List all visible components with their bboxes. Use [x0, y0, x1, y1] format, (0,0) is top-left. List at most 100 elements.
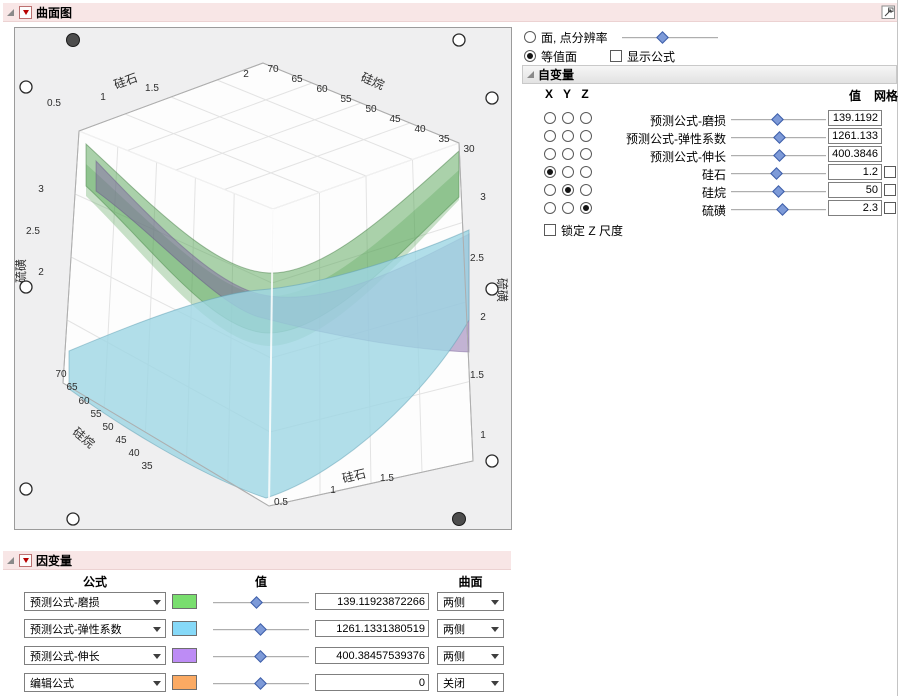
surface-color-swatch[interactable]	[172, 648, 197, 663]
disclosure-triangle-icon[interactable]	[7, 557, 14, 564]
rotation-handle[interactable]	[67, 513, 79, 525]
value-input[interactable]	[315, 647, 429, 664]
dependent-variables-header: 因变量	[3, 551, 511, 570]
slider-thumb[interactable]	[773, 149, 786, 162]
y-axis-radio[interactable]	[562, 184, 574, 196]
red-triangle-menu-button[interactable]	[19, 554, 32, 567]
surface-mode-select[interactable]: 两侧	[437, 592, 504, 611]
rotation-handle[interactable]	[453, 34, 465, 46]
axis-label-silica-top: 硅石	[112, 71, 139, 92]
column-header-surface: 曲面	[437, 573, 504, 590]
window-layout-icon[interactable]	[881, 5, 896, 23]
value-slider[interactable]	[213, 679, 309, 688]
value-input[interactable]	[828, 182, 882, 198]
slider-thumb[interactable]	[772, 185, 785, 198]
rotation-handle[interactable]	[20, 81, 32, 93]
grid-checkbox[interactable]	[884, 166, 896, 178]
column-header-z: Z	[578, 87, 592, 101]
value-slider[interactable]	[213, 652, 309, 661]
slider-track[interactable]	[622, 37, 718, 39]
slider-thumb[interactable]	[250, 596, 263, 609]
z-axis-radio[interactable]	[580, 130, 592, 142]
formula-select[interactable]: 预测公式-磨损	[24, 592, 166, 611]
z-axis-radio[interactable]	[580, 184, 592, 196]
surface-color-swatch[interactable]	[172, 594, 197, 609]
isosurface-radio[interactable]	[524, 50, 536, 62]
red-triangle-menu-button[interactable]	[19, 6, 32, 19]
disclosure-triangle-icon[interactable]	[7, 9, 14, 16]
rotation-handle[interactable]	[486, 283, 498, 295]
value-slider[interactable]	[731, 151, 826, 160]
x-axis-radio[interactable]	[544, 112, 556, 124]
resolution-slider[interactable]	[622, 33, 718, 42]
rotation-handle[interactable]	[20, 281, 32, 293]
column-header-formula: 公式	[24, 573, 166, 590]
y-axis-radio[interactable]	[562, 166, 574, 178]
slider-thumb[interactable]	[770, 167, 783, 180]
z-axis-radio[interactable]	[580, 202, 592, 214]
surface-plot-3d-panel[interactable]: 硅石 硅烷 硫磺 硫磺 硅烷 硅石 2 1.5 1 0.5 70 65 60 5…	[14, 27, 512, 530]
value-input[interactable]	[828, 128, 882, 144]
formula-select[interactable]: 预测公式-伸长	[24, 646, 166, 665]
z-axis-radio[interactable]	[580, 112, 592, 124]
rotation-handle-active[interactable]	[67, 34, 80, 47]
grid-checkbox[interactable]	[884, 202, 896, 214]
value-input[interactable]	[828, 164, 882, 180]
value-slider[interactable]	[731, 169, 826, 178]
x-axis-radio[interactable]	[544, 148, 556, 160]
x-axis-radio[interactable]	[544, 184, 556, 196]
value-slider[interactable]	[731, 187, 826, 196]
rotation-handle[interactable]	[20, 483, 32, 495]
lock-z-scale-checkbox[interactable]	[544, 224, 556, 236]
x-axis-radio[interactable]	[544, 202, 556, 214]
disclosure-triangle-icon[interactable]	[527, 71, 534, 78]
y-axis-radio[interactable]	[562, 130, 574, 142]
sheet-resolution-radio[interactable]	[524, 31, 536, 43]
slider-thumb[interactable]	[773, 131, 786, 144]
grid-checkbox[interactable]	[884, 184, 896, 196]
surface-color-swatch[interactable]	[172, 675, 197, 690]
value-input[interactable]	[315, 674, 429, 691]
value-input[interactable]	[315, 620, 429, 637]
slider-thumb[interactable]	[776, 203, 789, 216]
slider-thumb[interactable]	[254, 623, 267, 636]
y-axis-radio[interactable]	[562, 112, 574, 124]
value-input[interactable]	[315, 593, 429, 610]
dependent-row: 预测公式-弹性系数 两侧	[0, 619, 902, 640]
value-slider[interactable]	[213, 625, 309, 634]
x-axis-radio[interactable]	[544, 130, 556, 142]
value-input[interactable]	[828, 110, 882, 126]
surface-color-swatch[interactable]	[172, 621, 197, 636]
y-axis-radio[interactable]	[562, 202, 574, 214]
z-axis-radio[interactable]	[580, 166, 592, 178]
surface-mode-select[interactable]: 两侧	[437, 619, 504, 638]
formula-select[interactable]: 预测公式-弹性系数	[24, 619, 166, 638]
value-input[interactable]	[828, 146, 882, 162]
rotation-handle[interactable]	[486, 92, 498, 104]
slider-thumb[interactable]	[771, 113, 784, 126]
show-formula-checkbox[interactable]	[610, 50, 622, 62]
value-slider[interactable]	[731, 205, 826, 214]
surface-plot-3d[interactable]: 硅石 硅烷 硫磺 硫磺 硅烷 硅石 2 1.5 1 0.5 70 65 60 5…	[15, 28, 511, 529]
formula-select[interactable]: 编辑公式	[24, 673, 166, 692]
value-slider[interactable]	[731, 133, 826, 142]
rotation-handle[interactable]	[486, 455, 498, 467]
slider-thumb[interactable]	[656, 31, 669, 44]
tick-label: 0.5	[47, 98, 61, 109]
tick-label: 1.5	[380, 473, 394, 484]
surface-mode-select[interactable]: 关闭	[437, 673, 504, 692]
x-axis-radio[interactable]	[544, 166, 556, 178]
rotation-handle-active[interactable]	[453, 513, 466, 526]
value-input[interactable]	[828, 200, 882, 216]
y-axis-radio[interactable]	[562, 148, 574, 160]
surface-mode-select[interactable]: 两侧	[437, 646, 504, 665]
formula-select-value: 编辑公式	[30, 675, 74, 691]
value-slider[interactable]	[213, 598, 309, 607]
z-axis-radio[interactable]	[580, 148, 592, 160]
slider-thumb[interactable]	[254, 650, 267, 663]
slider-thumb[interactable]	[254, 677, 267, 690]
surface-plot-header: 曲面图	[3, 3, 897, 22]
tick-label: 40	[128, 448, 140, 459]
chevron-down-icon	[153, 681, 161, 686]
value-slider[interactable]	[731, 115, 826, 124]
